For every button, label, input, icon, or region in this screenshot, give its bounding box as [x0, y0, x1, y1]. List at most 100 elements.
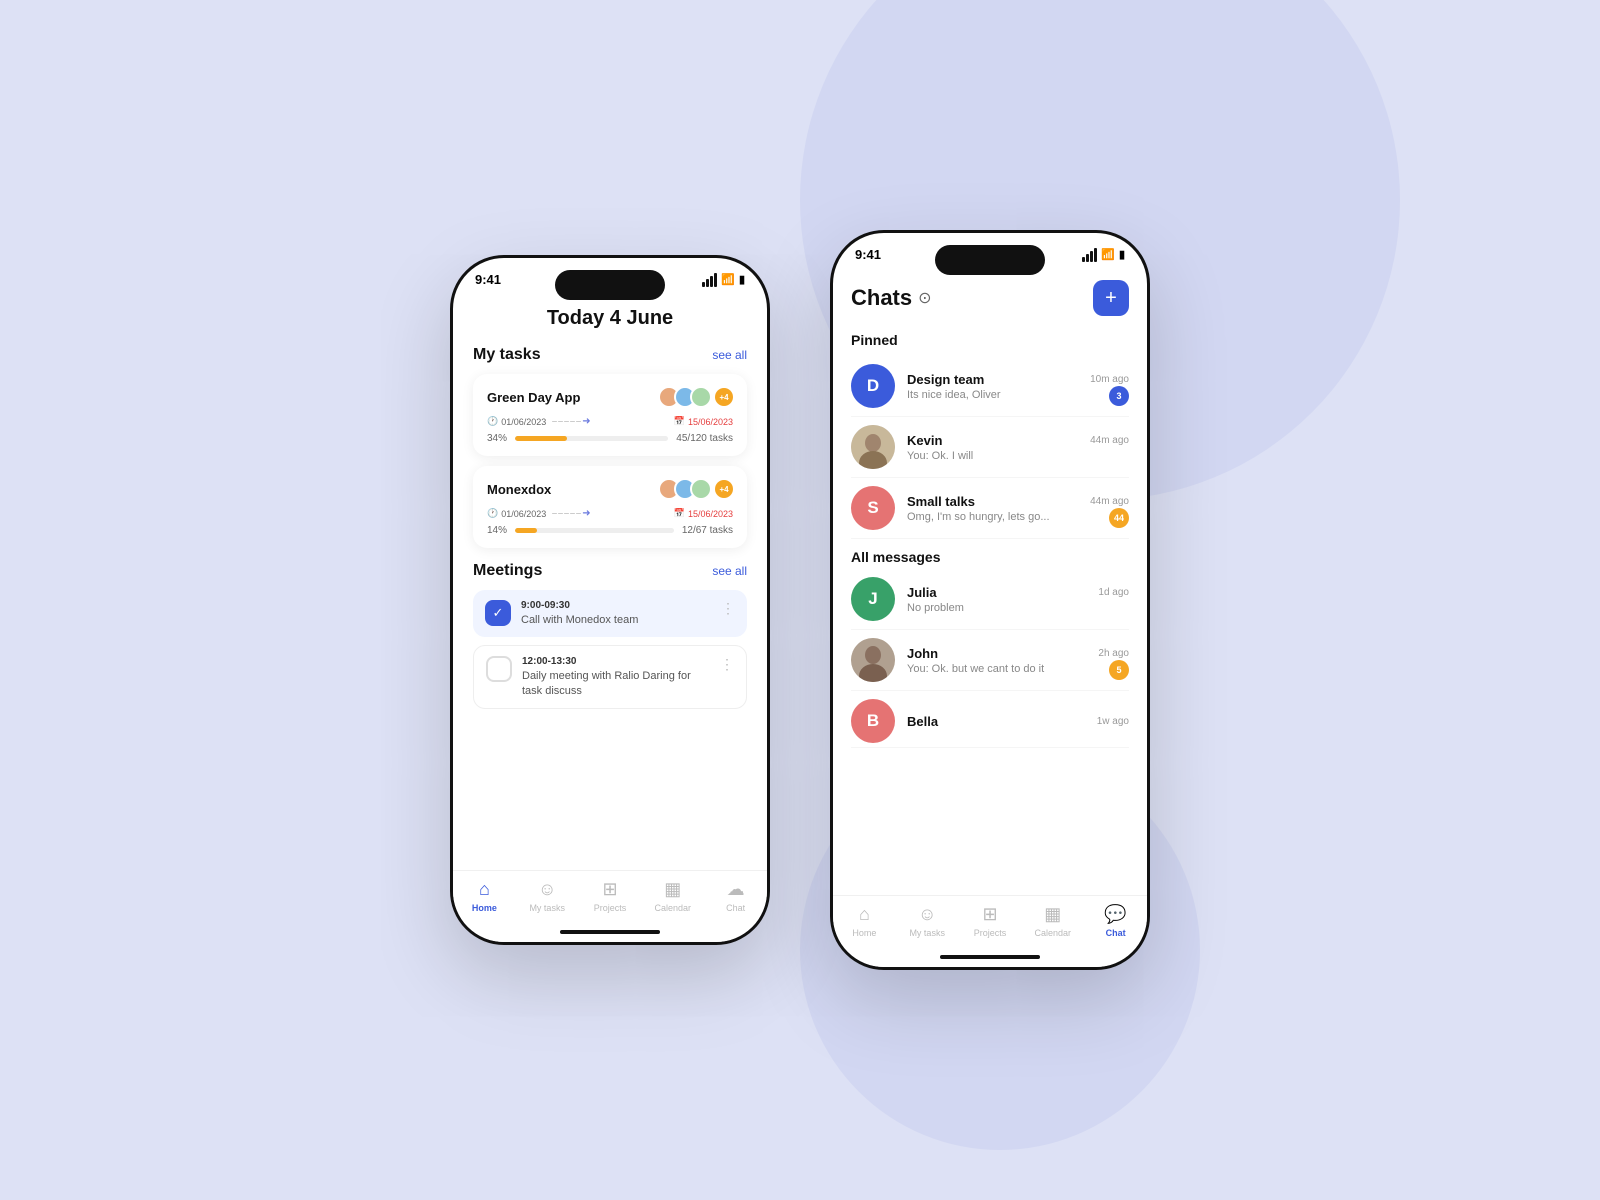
meeting-1-dots[interactable]: ⋮: [721, 600, 735, 617]
task-2-date-end: 📅 15/06/2023: [674, 508, 733, 519]
date-dashes: ➜: [552, 416, 667, 427]
nav-projects-label: Projects: [594, 903, 627, 913]
task-2-name: Monexdox: [487, 482, 551, 497]
all-messages-label: All messages: [851, 549, 1129, 565]
phone1-status-icons: 📶 ▮: [702, 273, 745, 287]
meeting-1-info: 9:00-09:30 Call with Monedox team: [521, 600, 711, 627]
chat-main-kevin: Kevin 44m ago You: Ok. I will: [907, 433, 1129, 462]
chat-main-john: John 2h ago You: Ok. but we cant to do i…: [907, 646, 1129, 675]
chat-preview-kevin: You: Ok. I will: [907, 450, 1129, 462]
date-dashes-2: ➜: [552, 508, 667, 519]
chat-small-talks[interactable]: S Small talks 44m ago Omg, I'm so hungry…: [851, 478, 1129, 539]
my-tasks-see-all[interactable]: see all: [712, 348, 747, 362]
phone1-home-bar: [560, 930, 660, 934]
my-tasks-header: My tasks see all: [473, 346, 747, 364]
nav-projects[interactable]: ⊞ Projects: [579, 879, 642, 913]
phone2-nav-projects-label: Projects: [974, 928, 1007, 938]
phone2-projects-icon: ⊞: [982, 904, 997, 925]
task-2-dates: 🕐 01/06/2023 ➜ 📅 15/06/2023: [487, 508, 733, 519]
avatar-3: [690, 386, 712, 408]
task-card-2[interactable]: Monexdox +4 🕐 01/06/2023: [473, 466, 747, 548]
chats-title: Chats: [851, 285, 912, 311]
phone2-nav-chat[interactable]: 💬 Chat: [1084, 904, 1147, 938]
chat-avatar-kevin: [851, 425, 895, 469]
kevin-avatar-svg: [851, 425, 895, 469]
calendar-icon: 📅: [674, 416, 685, 427]
add-chat-button[interactable]: +: [1093, 280, 1129, 316]
chat-design-team[interactable]: D Design team 10m ago Its nice idea, Oli…: [851, 356, 1129, 417]
chat-top-john: John 2h ago: [907, 646, 1129, 661]
meeting-2-checkbox[interactable]: [486, 656, 512, 682]
chat-julia[interactable]: J Julia 1d ago No problem: [851, 569, 1129, 630]
chat-bella[interactable]: B Bella 1w ago: [851, 691, 1129, 748]
phone2-nav-projects[interactable]: ⊞ Projects: [959, 904, 1022, 938]
task-2-progress: 14% 12/67 tasks: [487, 525, 733, 536]
task-2-progress-bar: [515, 528, 674, 533]
chat-time-julia: 1d ago: [1098, 587, 1129, 598]
chat-main-bella: Bella 1w ago: [907, 714, 1129, 729]
chat-time-john: 2h ago: [1098, 648, 1129, 659]
phone2-status-icons: 📶 ▮: [1082, 248, 1125, 262]
task-1-avatar-count: +4: [715, 388, 733, 406]
chat-preview-julia: No problem: [907, 602, 1129, 614]
chat-avatar-design-team: D: [851, 364, 895, 408]
meeting-2-time: 12:00-13:30: [522, 656, 710, 667]
task-2-tasks-count: 12/67 tasks: [682, 525, 733, 536]
phone2-nav-home[interactable]: ⌂ Home: [833, 904, 896, 938]
phones-container: 9:41 📶 ▮ Today 4 June My tasks see all: [450, 230, 1150, 970]
chat-name-bella: Bella: [907, 714, 938, 729]
chat-top-design-team: Design team 10m ago: [907, 372, 1129, 387]
task-1-dates: 🕐 01/06/2023 ➜ 📅 15/06/2023: [487, 416, 733, 427]
task-2-progress-fill: [515, 528, 537, 533]
task-card-1[interactable]: Green Day App +4 🕐 01/06/2023: [473, 374, 747, 456]
meetings-see-all[interactable]: see all: [712, 564, 747, 578]
clock-icon: 🕐: [487, 416, 498, 427]
meeting-1[interactable]: ✓ 9:00-09:30 Call with Monedox team ⋮: [473, 590, 747, 637]
nav-home[interactable]: ⌂ Home: [453, 879, 516, 913]
chats-chevron-icon[interactable]: ⊙: [918, 288, 931, 308]
meeting-1-name: Call with Monedox team: [521, 613, 711, 627]
task-1-progress-bar: [515, 436, 668, 441]
chat-name-john: John: [907, 646, 938, 661]
nav-mytasks[interactable]: ☺ My tasks: [516, 879, 579, 913]
meeting-2-dots[interactable]: ⋮: [720, 656, 734, 673]
chat-name-kevin: Kevin: [907, 433, 942, 448]
chat-kevin[interactable]: Kevin 44m ago You: Ok. I will: [851, 417, 1129, 478]
phone2-tasks-icon: ☺: [918, 904, 936, 925]
nav-chat[interactable]: ☁ Chat: [704, 879, 767, 913]
task-2-date-start: 🕐 01/06/2023: [487, 508, 546, 519]
nav-mytasks-label: My tasks: [529, 903, 565, 913]
phone2-signal-icon: [1082, 248, 1097, 262]
phone2-wifi-icon: 📶: [1101, 248, 1115, 261]
signal-icon: [702, 273, 717, 287]
task-2-avatar-count: +4: [715, 480, 733, 498]
chat-main-julia: Julia 1d ago No problem: [907, 585, 1129, 614]
page-title: Today 4 June: [473, 307, 747, 330]
meeting-2-info: 12:00-13:30 Daily meeting with Ralio Dar…: [522, 656, 710, 698]
chat-top-small-talks: Small talks 44m ago: [907, 494, 1129, 509]
meetings-header: Meetings see all: [473, 562, 747, 580]
task-card-2-top: Monexdox +4: [487, 478, 733, 500]
chat-preview-design-team: Its nice idea, Oliver: [907, 389, 1129, 401]
chat-time-small-talks: 44m ago: [1090, 496, 1129, 507]
chat-john[interactable]: John 2h ago You: Ok. but we cant to do i…: [851, 630, 1129, 691]
meeting-2[interactable]: 12:00-13:30 Daily meeting with Ralio Dar…: [473, 645, 747, 709]
chat-name-julia: Julia: [907, 585, 937, 600]
meeting-2-name: Daily meeting with Ralio Daring for task…: [522, 669, 710, 698]
phone-1: 9:41 📶 ▮ Today 4 June My tasks see all: [450, 255, 770, 945]
chat-badge-small-talks: 44: [1109, 508, 1129, 528]
calendar-nav-icon: ▦: [664, 879, 681, 900]
avatar-6: [690, 478, 712, 500]
task-1-tasks-count: 45/120 tasks: [676, 433, 733, 444]
phone2-nav-calendar[interactable]: ▦ Calendar: [1021, 904, 1084, 938]
chat-time-bella: 1w ago: [1097, 716, 1129, 727]
phone1-notch: [555, 270, 665, 300]
meeting-1-checkbox[interactable]: ✓: [485, 600, 511, 626]
meetings-label: Meetings: [473, 562, 542, 580]
chat-badge-john: 5: [1109, 660, 1129, 680]
phone2-nav-mytasks[interactable]: ☺ My tasks: [896, 904, 959, 938]
chat-preview-small-talks: Omg, I'm so hungry, lets go...: [907, 511, 1129, 523]
phone2-calendar-icon: ▦: [1044, 904, 1061, 925]
chat-badge-design-team: 3: [1109, 386, 1129, 406]
nav-calendar[interactable]: ▦ Calendar: [641, 879, 704, 913]
